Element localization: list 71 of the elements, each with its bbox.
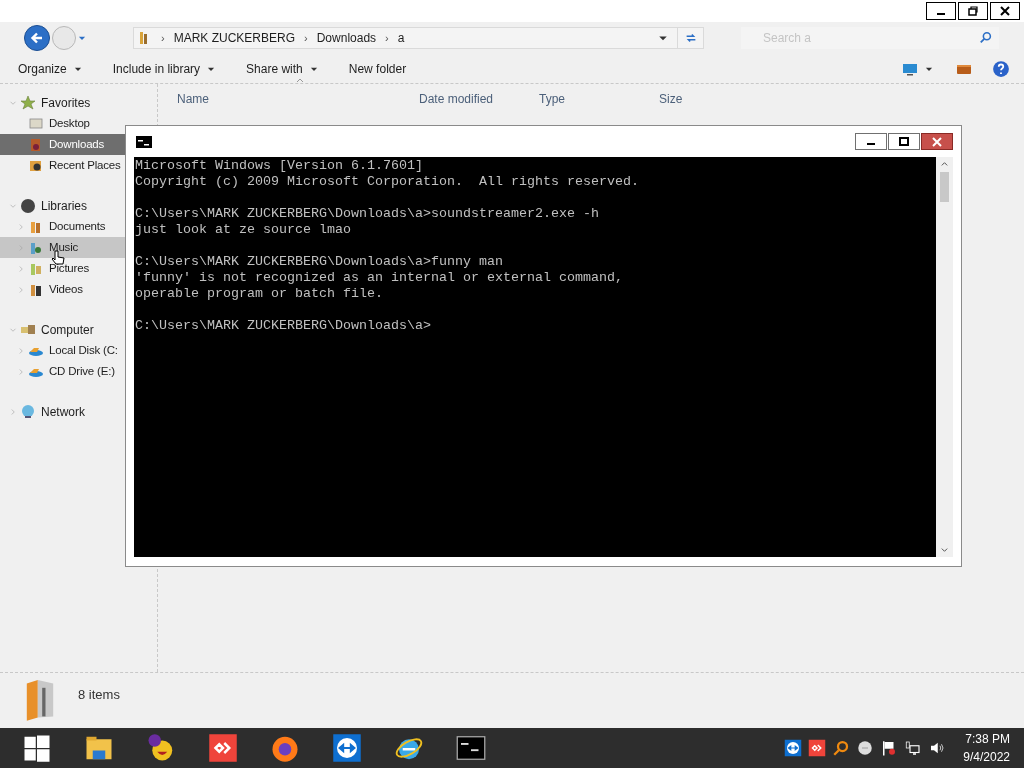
sidebar-group[interactable]: Network	[0, 401, 125, 422]
scrollbar[interactable]	[936, 157, 953, 557]
console-line: Copyright (c) 2009 Microsoft Corporation. All rights reserved.	[135, 174, 639, 190]
sidebar-item[interactable]: Local Disk (C:	[0, 340, 125, 361]
terminal-icon	[456, 733, 486, 763]
toolbar-button[interactable]: Share with	[246, 59, 319, 78]
maximize-button[interactable]	[888, 133, 920, 150]
search-button[interactable]	[973, 27, 999, 49]
minimize-icon	[867, 143, 875, 145]
maximize-icon	[899, 137, 909, 146]
column-header[interactable]: Date modified	[419, 90, 539, 108]
sidebar-item[interactable]: Recent Places	[0, 155, 125, 176]
breadcrumb-separator[interactable]: ›	[161, 29, 165, 47]
desktop-icon	[28, 115, 44, 132]
sidebar-item[interactable]: Desktop	[0, 113, 125, 134]
sidebar-item[interactable]: CD Drive (E:)	[0, 361, 125, 382]
item-count: 8 items	[78, 686, 120, 704]
console-line: C:\Users\MARK ZUCKERBERG\Downloads\a>funny man	[135, 254, 503, 270]
network-icon	[20, 403, 36, 420]
close-icon	[932, 136, 942, 147]
restore-icon	[968, 6, 978, 16]
console-line: 'funny' is not recognized as an internal or external command,	[135, 270, 623, 286]
toolbar-button[interactable]: New folder	[348, 59, 407, 78]
restore-button[interactable]	[958, 2, 988, 20]
console-line: operable program or batch file.	[135, 286, 383, 302]
sidebar-group[interactable]: Favorites	[0, 92, 125, 113]
column-header[interactable]: Size	[659, 90, 759, 108]
sidebar-item[interactable]: Downloads	[0, 134, 125, 155]
star-icon	[20, 94, 36, 111]
magnifier-icon[interactable]	[832, 739, 851, 757]
minimize-button[interactable]	[855, 133, 887, 150]
console-line: C:\Users\MARK ZUCKERBERG\Downloads\a>	[135, 318, 431, 334]
sort-icon	[296, 77, 304, 83]
close-button[interactable]	[990, 2, 1020, 20]
minimize-button[interactable]	[926, 2, 956, 20]
double-arrow-icon[interactable]	[784, 739, 803, 757]
breadcrumb-separator[interactable]: ›	[304, 29, 308, 47]
sidebar-item[interactable]: Music	[0, 237, 125, 258]
breadcrumb[interactable]: a	[397, 29, 405, 47]
toolbar-button[interactable]: Organize	[18, 59, 83, 78]
sidebar-item[interactable]: Documents	[0, 216, 125, 237]
console-line: C:\Users\MARK ZUCKERBERG\Downloads\a>soundstreamer2.exe -h	[135, 206, 599, 222]
breadcrumb[interactable]: MARK ZUCKERBERG	[173, 29, 296, 47]
clock-date[interactable]: 9/4/2022	[963, 748, 1010, 766]
terminal-icon	[136, 135, 152, 148]
back-arrow-icon	[29, 30, 45, 46]
console-line: Microsoft Windows [Version 6.1.7601]	[135, 158, 423, 174]
breadcrumb-separator[interactable]: ›	[385, 29, 389, 47]
sidebar-group[interactable]: Libraries	[0, 195, 125, 216]
help-icon[interactable]	[992, 59, 1010, 78]
address-bar[interactable]: › MARK ZUCKERBERG › Downloads › a	[133, 27, 704, 49]
toolbar-button[interactable]: Include in library	[112, 59, 217, 78]
column-header[interactable]: Type	[539, 90, 659, 108]
minimize-icon	[937, 13, 945, 15]
scroll-down-icon[interactable]	[940, 545, 949, 554]
column-header[interactable]: Name	[158, 90, 419, 108]
sidebar-group[interactable]: Computer	[0, 319, 125, 340]
close-icon	[1000, 6, 1010, 16]
search-icon	[979, 31, 993, 45]
scrollbar-thumb[interactable]	[940, 172, 949, 202]
sidebar-item[interactable]: Pictures	[0, 258, 125, 279]
libraries-icon	[20, 197, 36, 214]
clock-time[interactable]: 7:38 PM	[965, 730, 1010, 748]
close-button[interactable]	[921, 133, 953, 150]
scroll-up-icon[interactable]	[940, 160, 949, 169]
sidebar-item[interactable]: Videos	[0, 279, 125, 300]
network-icon[interactable]	[904, 739, 923, 757]
breadcrumb[interactable]: Downloads	[316, 29, 377, 47]
console-line: just look at ze source lmao	[135, 222, 351, 238]
back-button[interactable]	[24, 25, 50, 51]
start-icon	[22, 733, 52, 763]
